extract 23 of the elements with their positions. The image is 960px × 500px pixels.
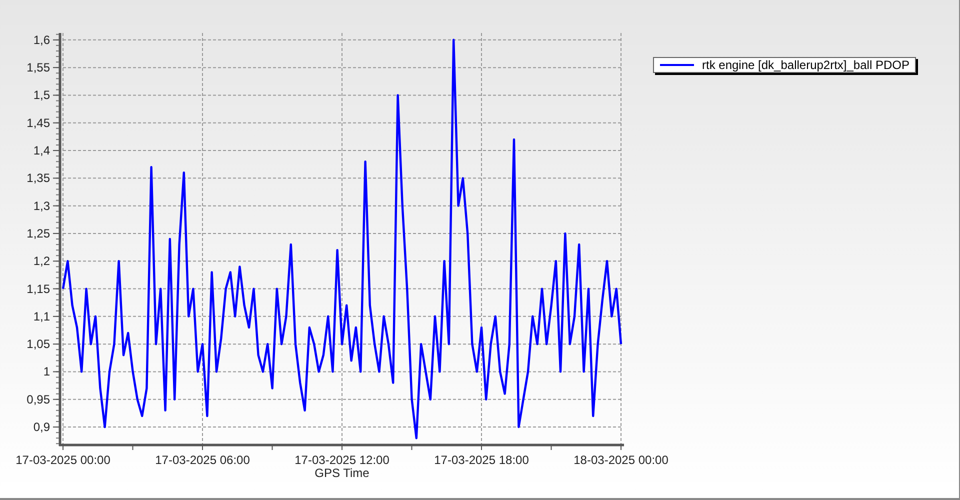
axis-tick-label: 1,6: [33, 32, 50, 47]
axis-tick-label: 0,95: [26, 392, 50, 406]
axis-tick-label: 1,25: [26, 226, 50, 240]
axis-tick-label: 1,5: [33, 88, 50, 102]
axis-tick-label: 1,05: [26, 337, 50, 352]
axis-tick-label: 1,45: [26, 116, 50, 130]
axis-tick-label: 1,1: [33, 309, 50, 324]
axis-tick-label: 1,3: [33, 198, 50, 213]
axis-tick-label: 1,2: [33, 254, 50, 268]
axis-tick-label: 0,9: [33, 420, 50, 434]
axis-tick-label: 17-03-2025 00:00: [16, 453, 110, 467]
axis-tick-label: 18-03-2025 00:00: [574, 453, 668, 467]
axis-tick-label: 1: [43, 364, 50, 379]
axis-title: GPS Time: [314, 466, 370, 480]
axis-tick-label: 1,15: [26, 282, 50, 296]
legend-label: rtk engine [dk_ballerup2rtx]_ball PDOP: [702, 59, 910, 71]
axis-tick-label: 17-03-2025 18:00: [434, 453, 529, 467]
axis-tick-label: 17-03-2025 12:00: [294, 453, 390, 467]
legend-line-icon: [660, 63, 694, 67]
axis-tick-label: 17-03-2025 06:00: [155, 453, 250, 467]
axis-tick-label: 1,4: [33, 144, 50, 158]
axis-tick-label: 1,35: [26, 171, 50, 186]
axis-tick-label: 1,55: [26, 60, 50, 75]
